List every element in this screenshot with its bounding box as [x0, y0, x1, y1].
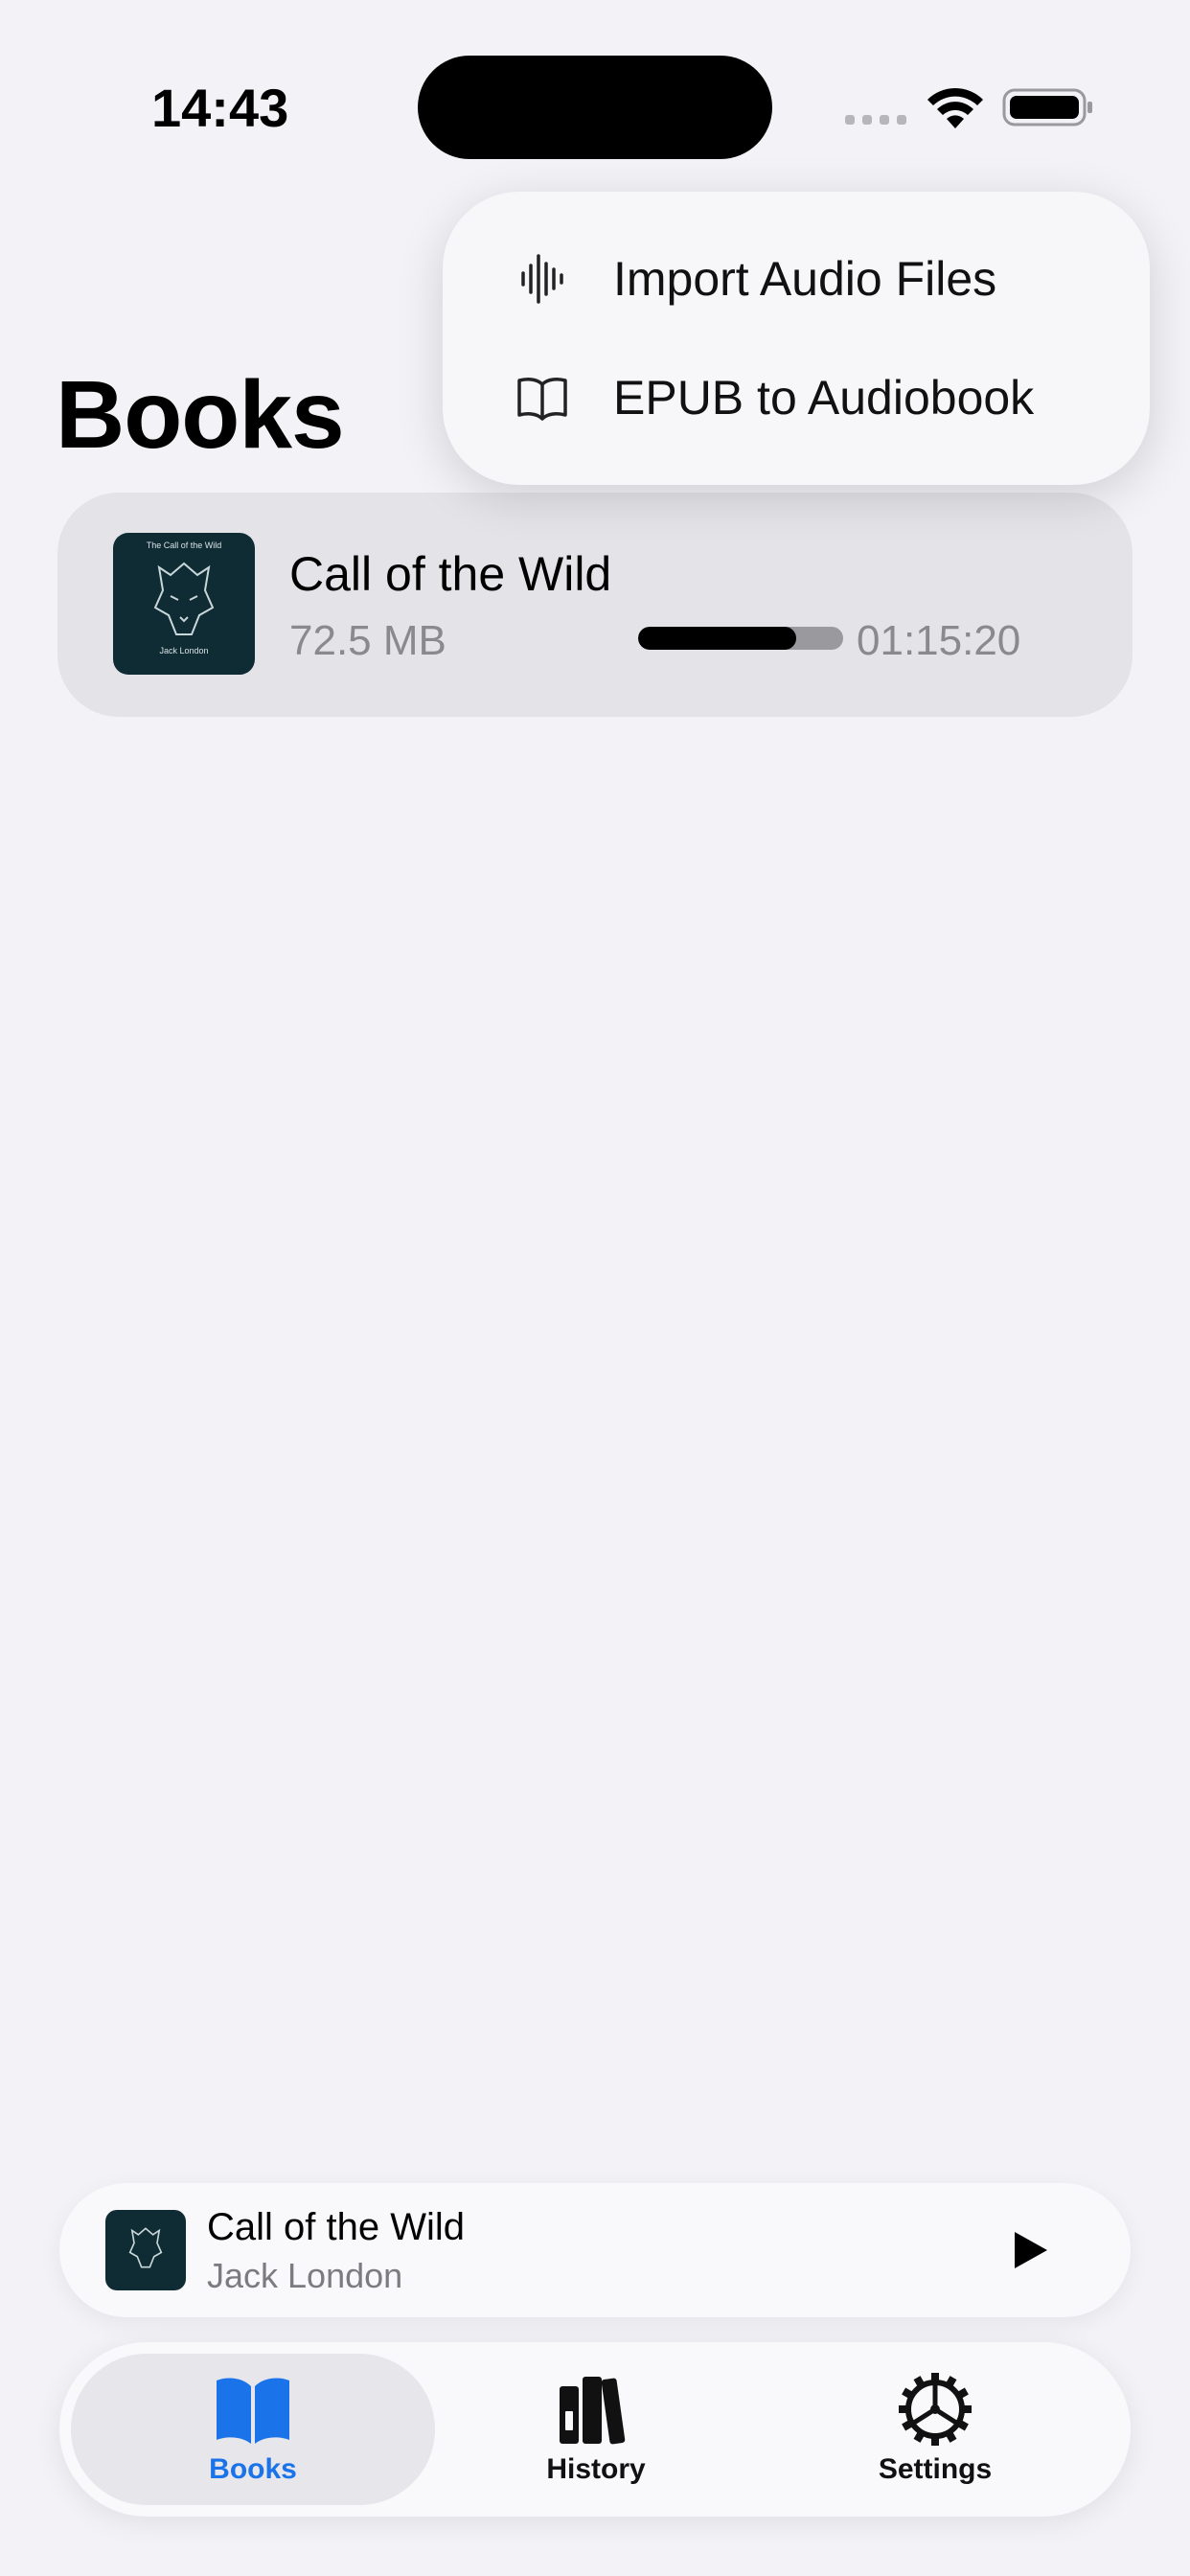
battery-icon — [1002, 88, 1092, 126]
wolf-illustration-icon — [153, 562, 215, 635]
cellular-signal-icon — [845, 115, 906, 125]
dynamic-island — [418, 56, 772, 159]
cover-author-text: Jack London — [159, 646, 209, 656]
tab-history[interactable]: History — [414, 2354, 778, 2505]
tab-label: History — [546, 2453, 646, 2485]
menu-item-epub-to-audiobook[interactable]: EPUB to Audiobook — [443, 345, 1150, 450]
book-list-item[interactable]: The Call of the Wild Jack London Call of… — [57, 493, 1133, 717]
play-icon — [1015, 2232, 1047, 2268]
menu-item-label: Import Audio Files — [613, 252, 997, 306]
tab-settings[interactable]: Settings — [753, 2354, 1117, 2505]
status-time: 14:43 — [151, 78, 289, 138]
tab-label: Books — [209, 2453, 297, 2485]
book-progress-fill — [638, 627, 796, 650]
mini-player-author: Jack London — [207, 2256, 403, 2295]
tab-bar: Books History Settings — [59, 2342, 1131, 2517]
wolf-illustration-icon — [128, 2227, 163, 2268]
book-title: Call of the Wild — [289, 547, 612, 601]
menu-item-label: EPUB to Audiobook — [613, 371, 1035, 425]
book-size: 72.5 MB — [289, 617, 446, 664]
page-title: Books — [56, 361, 345, 469]
book-duration: 01:15:20 — [857, 617, 1021, 664]
book-icon — [517, 378, 567, 421]
mini-player[interactable]: Call of the Wild Jack London — [59, 2183, 1131, 2317]
book-cover: The Call of the Wild Jack London — [113, 533, 255, 675]
add-menu: Import Audio Files EPUB to Audiobook — [443, 192, 1150, 485]
mini-player-cover — [105, 2210, 186, 2290]
library-icon — [560, 2377, 626, 2445]
waveform-icon — [521, 254, 563, 304]
gear-icon — [899, 2373, 972, 2446]
book-open-icon — [217, 2378, 289, 2444]
cover-title-text: The Call of the Wild — [146, 540, 222, 550]
mini-player-title: Call of the Wild — [207, 2206, 465, 2248]
tab-label: Settings — [878, 2453, 993, 2485]
wifi-icon — [927, 87, 983, 128]
play-button[interactable] — [989, 2210, 1069, 2290]
menu-item-import-audio-files[interactable]: Import Audio Files — [443, 226, 1150, 332]
book-progress-bar — [638, 627, 843, 650]
tab-books[interactable]: Books — [71, 2354, 435, 2505]
